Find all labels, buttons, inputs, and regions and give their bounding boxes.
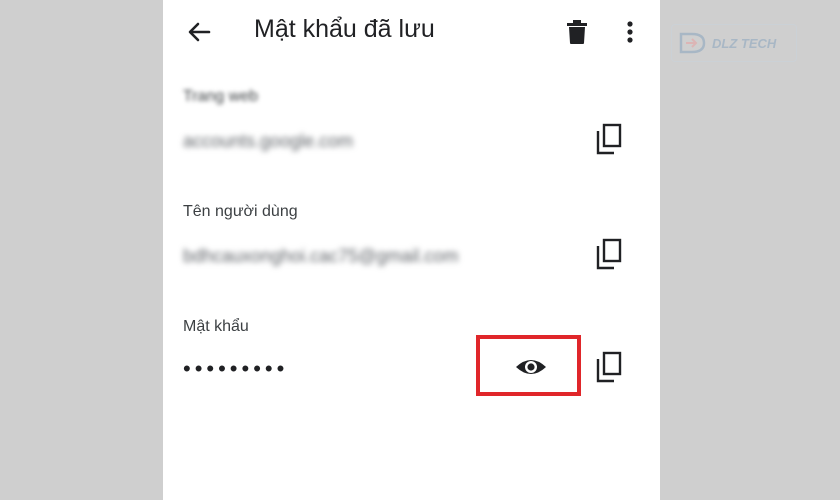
app-bar: Mật khẩu đã lưu (163, 0, 660, 64)
watermark-logo: DLZ TECH (671, 24, 797, 62)
page-title: Mật khẩu đã lưu (254, 15, 435, 43)
saved-password-screen: Mật khẩu đã lưu Trang web accounts.googl… (163, 0, 660, 500)
username-value: bdhcauxonghoi.cac75@gmail.com (183, 246, 459, 266)
username-label: Tên người dùng (183, 203, 298, 220)
arrow-back-icon (188, 22, 211, 42)
copy-password-button[interactable] (593, 350, 625, 386)
password-value: ••••••••• (183, 356, 289, 381)
eye-icon (516, 360, 546, 374)
copy-username-button[interactable] (593, 237, 625, 273)
website-value: accounts.google.com (183, 131, 354, 151)
password-label: Mật khẩu (183, 318, 249, 335)
more-options-button[interactable] (619, 16, 641, 48)
back-button[interactable] (183, 16, 215, 48)
watermark-text: DLZ TECH (712, 35, 777, 51)
copy-icon (596, 123, 622, 155)
more-vert-icon (627, 21, 633, 43)
website-label: Trang web (183, 88, 258, 105)
delete-button[interactable] (563, 16, 591, 48)
copy-icon (596, 238, 622, 270)
trash-icon (567, 20, 587, 44)
dlz-logo-icon (679, 32, 706, 54)
copy-icon (596, 351, 622, 383)
copy-website-button[interactable] (593, 122, 625, 158)
show-password-button[interactable] (514, 355, 548, 379)
